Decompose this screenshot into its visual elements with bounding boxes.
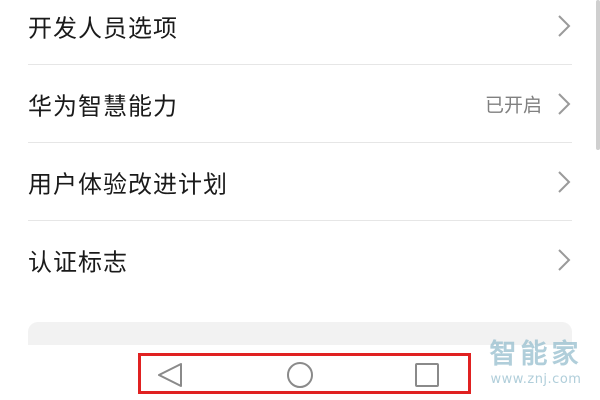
recents-square-icon xyxy=(415,363,439,387)
settings-item-label: 华为智慧能力 xyxy=(28,92,178,121)
settings-item-value: 已开启 xyxy=(484,94,542,117)
settings-item-developer-options[interactable]: 开发人员选项 xyxy=(0,0,600,65)
chevron-right-icon xyxy=(558,93,571,115)
home-button[interactable] xyxy=(283,358,317,392)
settings-item-label: 用户体验改进计划 xyxy=(28,170,228,199)
scrollbar[interactable] xyxy=(596,0,600,150)
settings-item-user-experience-program[interactable]: 用户体验改进计划 xyxy=(0,143,600,221)
chevron-right-icon xyxy=(558,171,571,193)
watermark: 智能家 www.znj.com xyxy=(480,338,592,388)
settings-item-huawei-smart-ability[interactable]: 华为智慧能力 已开启 xyxy=(0,65,600,143)
watermark-url: www.znj.com xyxy=(490,372,582,387)
settings-screen: 开发人员选项 华为智慧能力 已开启 用户体验改进计划 认证标志 智能家 www.… xyxy=(0,0,600,400)
back-button[interactable] xyxy=(153,358,187,392)
chevron-right-icon xyxy=(558,249,571,271)
watermark-title: 智能家 xyxy=(489,339,583,370)
settings-item-label: 认证标志 xyxy=(28,248,128,277)
settings-item-certification-marks[interactable]: 认证标志 xyxy=(0,221,600,299)
chevron-right-icon xyxy=(558,15,571,37)
back-triangle-icon xyxy=(158,363,182,387)
home-circle-icon xyxy=(287,362,313,388)
recents-button[interactable] xyxy=(410,358,444,392)
settings-item-label: 开发人员选项 xyxy=(28,14,178,43)
